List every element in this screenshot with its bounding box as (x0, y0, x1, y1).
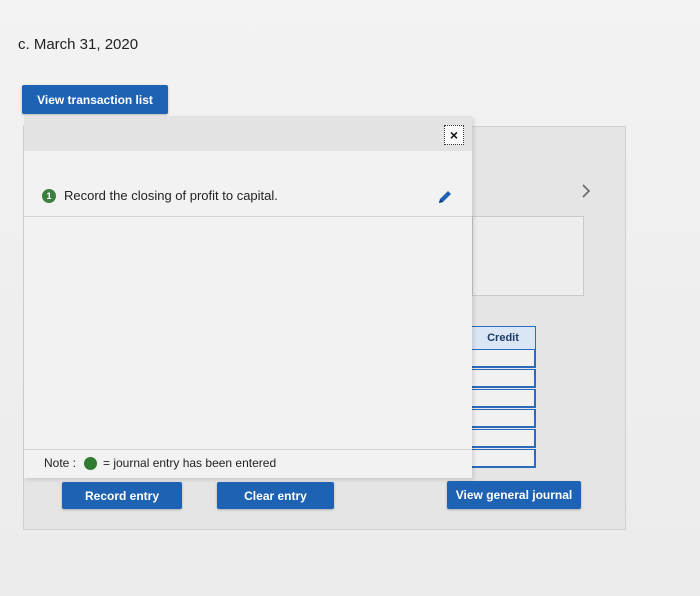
row-divider (24, 216, 472, 217)
record-entry-button[interactable]: Record entry (62, 482, 182, 509)
credit-cell[interactable] (470, 429, 536, 448)
credit-cell[interactable] (470, 409, 536, 428)
view-general-journal-button[interactable]: View general journal (447, 481, 581, 509)
note-text: = journal entry has been entered (103, 456, 277, 470)
journal-description-box (472, 216, 584, 296)
chevron-right-icon[interactable] (578, 183, 594, 199)
credit-cell[interactable] (470, 349, 536, 368)
credit-cell[interactable] (470, 449, 536, 468)
entered-status-dot (84, 457, 97, 470)
step-description: Record the closing of profit to capital. (64, 188, 278, 203)
modal-header (24, 116, 472, 151)
credit-cell[interactable] (470, 369, 536, 388)
page-heading: c. March 31, 2020 (18, 36, 139, 53)
credit-cell[interactable] (470, 389, 536, 408)
note-divider (24, 449, 472, 450)
step-number-badge: 1 (42, 189, 56, 203)
note-label: Note : (44, 456, 77, 470)
view-transaction-list-button[interactable]: View transaction list (22, 85, 168, 114)
credit-column-header: Credit (470, 326, 536, 350)
pencil-icon[interactable] (436, 188, 454, 206)
close-icon[interactable]: × (444, 125, 464, 145)
transaction-list-modal (24, 116, 472, 478)
clear-entry-button[interactable]: Clear entry (217, 482, 334, 509)
